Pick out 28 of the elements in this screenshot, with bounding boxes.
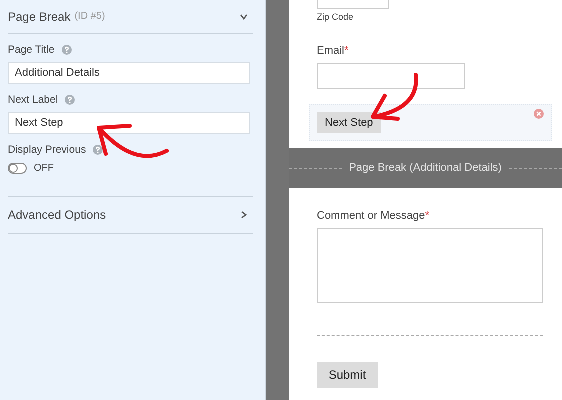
field-label: Page Title <box>8 44 55 56</box>
help-icon[interactable] <box>65 95 76 105</box>
zip-code-field[interactable] <box>317 0 389 9</box>
text-field[interactable]: Next Step <box>8 112 250 134</box>
field-label: Next Label <box>8 94 58 106</box>
field-label: Email <box>317 45 345 57</box>
page-break-label: Page Break (Additional Details) <box>349 162 502 174</box>
chevron-icon[interactable] <box>239 210 249 220</box>
field-label: Display Previous <box>8 144 86 156</box>
next-step-button[interactable]: Next Step <box>317 112 382 133</box>
field-label: Comment or Message <box>317 210 426 222</box>
help-icon[interactable] <box>93 145 104 155</box>
required-mark: * <box>344 45 349 57</box>
email-field[interactable] <box>317 63 465 89</box>
toggle-state: OFF <box>34 163 54 174</box>
required-mark: * <box>425 210 430 222</box>
help-icon[interactable] <box>62 45 72 55</box>
submit-button[interactable]: Submit <box>317 362 378 388</box>
message-field[interactable] <box>317 228 543 303</box>
delete-icon[interactable] <box>534 109 544 119</box>
panel-title: Page Break <box>8 10 71 24</box>
toggle-switch[interactable] <box>8 163 27 174</box>
field-sublabel: Zip Code <box>317 12 355 22</box>
page-break-field[interactable]: Next Step <box>309 104 552 141</box>
annotation-arrow <box>97 124 169 158</box>
section-title[interactable]: Advanced Options <box>8 208 106 222</box>
field-id: (ID #5) <box>74 11 106 22</box>
text-field[interactable]: Additional Details <box>8 62 250 84</box>
